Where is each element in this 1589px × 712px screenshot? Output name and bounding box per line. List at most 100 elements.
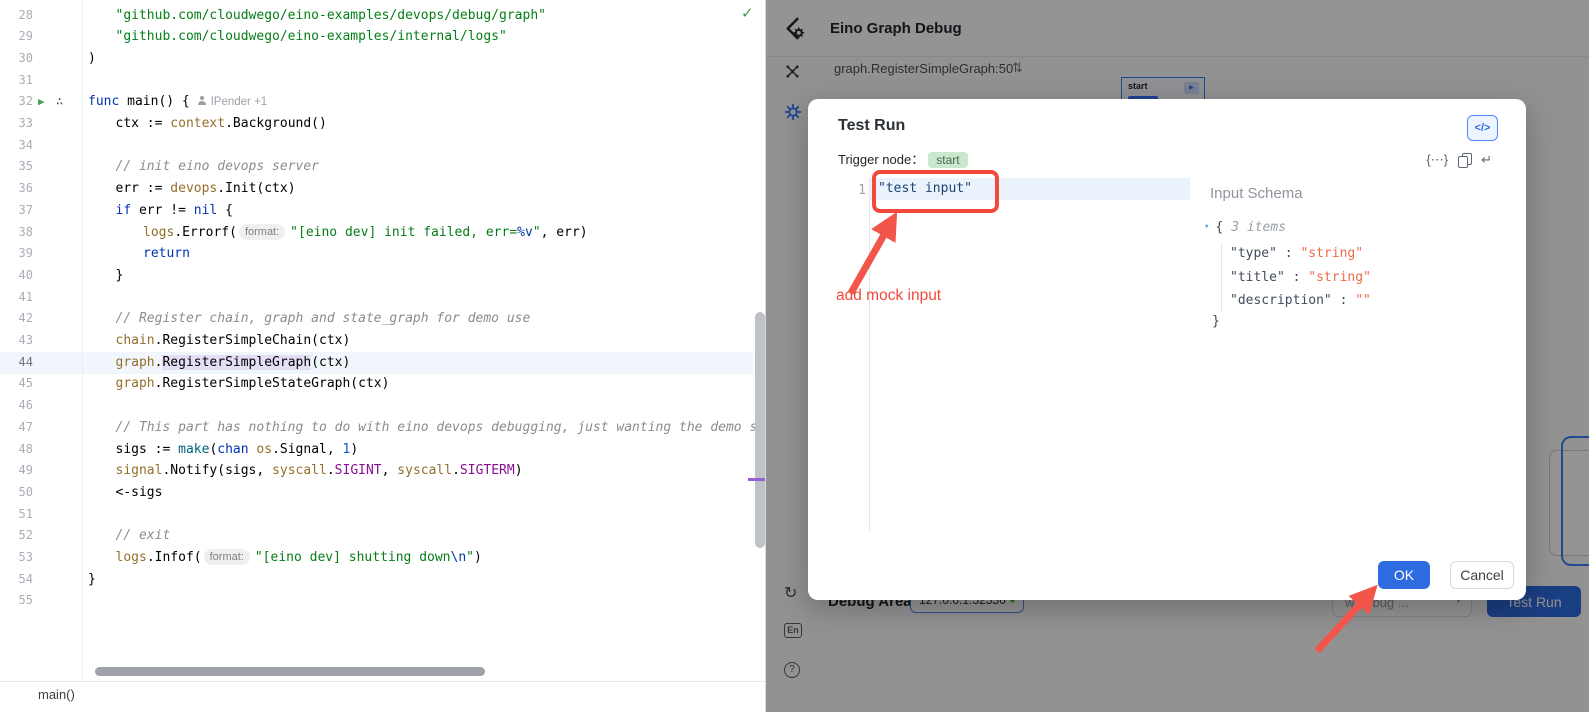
modal-title: Test Run — [838, 117, 905, 135]
code-line: 38logs.Errorf(format:"[eino dev] init fa… — [0, 222, 753, 244]
code-line: 48sigs := make(chan os.Signal, 1) — [0, 439, 753, 461]
input-schema-heading: Input Schema — [1210, 185, 1303, 202]
scrollbar-annotation-mark — [748, 478, 766, 481]
code-line: 37if err != nil { — [0, 200, 753, 222]
code-line: 42// Register chain, graph and state_gra… — [0, 308, 753, 330]
code-line: 44graph.RegisterSimpleGraph(ctx) — [0, 352, 753, 374]
schema-open-brace: { — [1215, 220, 1223, 235]
code-line: 30) — [0, 48, 753, 70]
line-number: 35 — [0, 156, 33, 178]
code-area[interactable]: 28"github.com/cloudwego/eino-examples/de… — [0, 0, 766, 680]
line-number: 37 — [0, 200, 33, 222]
line-number: 43 — [0, 330, 33, 352]
breadcrumb[interactable]: main() — [38, 687, 75, 702]
cancel-button[interactable]: Cancel — [1450, 561, 1514, 589]
schema-items-hint: 3 items — [1231, 220, 1286, 235]
schema-key: "title" — [1230, 270, 1285, 285]
schema-key: "type" — [1230, 246, 1277, 261]
line-number: 48 — [0, 439, 33, 461]
trigger-node-label: Trigger node： — [838, 152, 924, 167]
schema-key: "description" — [1230, 293, 1332, 308]
wrap-icon[interactable]: ↵ — [1481, 153, 1492, 167]
annotation-red-box — [872, 170, 999, 213]
schema-value: "string" — [1308, 270, 1371, 285]
param-hint: format: — [204, 549, 250, 565]
line-number: 38 — [0, 222, 33, 244]
line-number: 29 — [0, 26, 33, 48]
line-number: 53 — [0, 547, 33, 569]
code-line: 29"github.com/cloudwego/eino-examples/in… — [0, 26, 753, 48]
author-inlay-hint: IPender +1 — [198, 96, 268, 108]
line-number: 54 — [0, 569, 33, 591]
code-line: 53logs.Infof(format:"[eino dev] shutting… — [0, 547, 753, 569]
code-line: 47// This part has nothing to do with ei… — [0, 417, 753, 439]
breadcrumb-bar: main() — [0, 681, 766, 712]
line-number: 32 — [0, 91, 33, 113]
line-number: 34 — [0, 135, 33, 157]
code-line: 43chain.RegisterSimpleChain(ctx) — [0, 330, 753, 352]
line-number: 33 — [0, 113, 33, 135]
schema-close-brace: } — [1212, 314, 1220, 329]
line-number: 47 — [0, 417, 33, 439]
line-number: 30 — [0, 48, 33, 70]
schema-row: "type" : "string" — [1230, 246, 1363, 261]
gutter-separator — [82, 0, 83, 680]
vertical-scrollbar[interactable] — [755, 312, 765, 548]
schema-root-row: ▾ {3 items — [1204, 220, 1286, 235]
code-line: 50<-sigs — [0, 482, 753, 504]
schema-value: "" — [1355, 293, 1371, 308]
schema-value: "string" — [1300, 246, 1363, 261]
ok-button[interactable]: OK — [1378, 561, 1430, 589]
modal-editor-line-number: 1 — [844, 183, 866, 198]
line-number: 42 — [0, 308, 33, 330]
line-number: 49 — [0, 460, 33, 482]
line-number: 46 — [0, 395, 33, 417]
code-line: 46 — [0, 395, 753, 417]
code-line: 35// init eino devops server — [0, 156, 753, 178]
code-view-toggle-button[interactable]: </> — [1467, 115, 1498, 141]
trigger-node-badge: start — [928, 152, 967, 168]
code-line: 31 — [0, 70, 753, 92]
editor-toolbar: {⋯} ↵ — [1426, 153, 1492, 167]
modal-editor-gutter-line — [869, 178, 870, 531]
trigger-node-row: Trigger node： start — [838, 149, 968, 168]
horizontal-scrollbar[interactable] — [95, 667, 485, 676]
line-number: 44 — [0, 352, 33, 374]
line-number: 52 — [0, 525, 33, 547]
code-line: 40} — [0, 265, 753, 287]
line-number: 41 — [0, 287, 33, 309]
annotation-mock-label: add mock input — [836, 287, 941, 305]
code-line: 49signal.Notify(sigs, syscall.SIGINT, sy… — [0, 460, 753, 482]
code-line: 51 — [0, 504, 753, 526]
copy-icon[interactable] — [1458, 153, 1471, 167]
code-line: 41 — [0, 287, 753, 309]
line-number: 51 — [0, 504, 33, 526]
line-number: 55 — [0, 590, 33, 612]
inspections-ok-icon[interactable]: ✓ — [741, 4, 754, 22]
schema-row: "title" : "string" — [1230, 270, 1371, 285]
code-line: 34 — [0, 135, 753, 157]
author-icon — [198, 96, 207, 105]
code-line: 36err := devops.Init(ctx) — [0, 178, 753, 200]
code-line: 28"github.com/cloudwego/eino-examples/de… — [0, 5, 753, 27]
line-number: 50 — [0, 482, 33, 504]
line-number: 45 — [0, 373, 33, 395]
code-line: 55 — [0, 590, 753, 612]
test-run-modal: Test Run </> Trigger node：start {⋯} ↵ 1 … — [808, 99, 1526, 600]
line-number: 28 — [0, 5, 33, 27]
code-line: 52// exit — [0, 525, 753, 547]
param-hint: format: — [239, 224, 285, 240]
code-line: 54} — [0, 569, 753, 591]
line-number: 31 — [0, 70, 33, 92]
schema-row: "description" : "" — [1230, 293, 1371, 308]
tree-collapse-icon[interactable]: ▾ — [1204, 222, 1209, 232]
code-line: 45graph.RegisterSimpleStateGraph(ctx) — [0, 373, 753, 395]
run-related-icon[interactable]: ∴ — [56, 91, 63, 113]
code-line: 32▶∴func main() { IPender +1 — [0, 91, 753, 113]
braces-icon[interactable]: {⋯} — [1426, 153, 1448, 167]
code-line: 33ctx := context.Background() — [0, 113, 753, 135]
line-number: 40 — [0, 265, 33, 287]
run-main-button[interactable]: ▶ — [38, 91, 45, 113]
line-number: 39 — [0, 243, 33, 265]
tree-indent-guide — [1221, 244, 1222, 312]
